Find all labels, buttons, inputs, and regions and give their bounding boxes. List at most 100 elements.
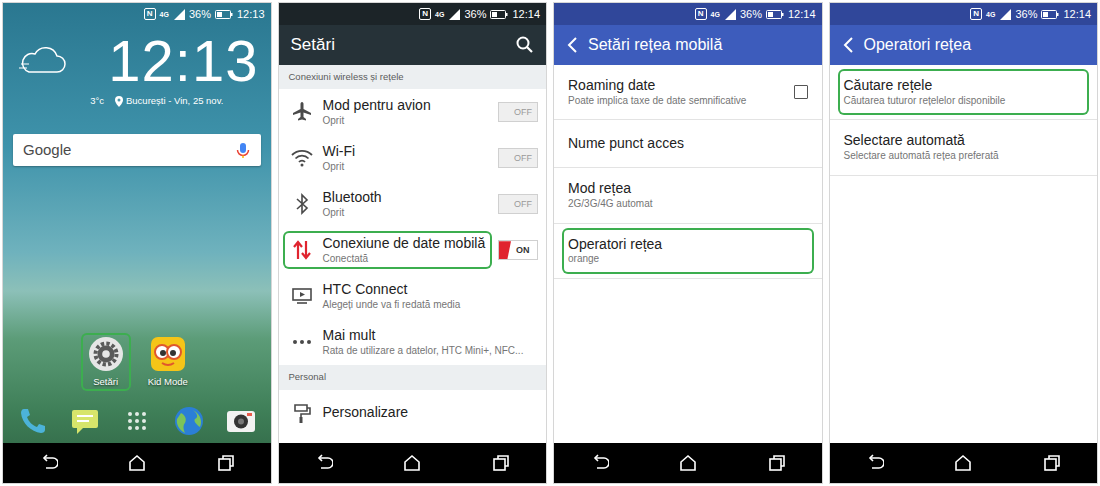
back-button-icon[interactable]	[864, 453, 884, 473]
settings-row[interactable]: Mai multRata de utilizare a datelor, HTC…	[279, 319, 547, 365]
settings-row[interactable]: Nume punct acces	[554, 120, 822, 168]
row-content[interactable]: Nume punct acces	[562, 127, 814, 160]
settings-row[interactable]: Roaming datePoate implica taxe de date s…	[554, 65, 822, 120]
settings-row[interactable]: Operatori rețeaorange	[554, 224, 822, 279]
toggle-label[interactable]: OFF	[514, 152, 532, 166]
home-button-icon[interactable]	[127, 453, 147, 473]
settings-gear-icon[interactable]	[88, 336, 124, 372]
back-button-icon[interactable]	[589, 453, 609, 473]
row-content[interactable]: Mai multRata de utilizare a datelor, HTC…	[283, 323, 539, 361]
row-title[interactable]: Nume punct acces	[568, 135, 808, 152]
settings-row[interactable]: Selectare automatăSelectare automată reț…	[830, 120, 1098, 175]
app-label[interactable]: Kid Mode	[148, 375, 188, 389]
app-label[interactable]: Setări	[93, 375, 118, 389]
microphone-icon[interactable]	[235, 142, 251, 159]
signal-icon	[724, 9, 736, 20]
row-content[interactable]: Mod rețea2G/3G/4G automat	[562, 172, 814, 218]
back-button-icon[interactable]	[313, 453, 333, 473]
status-bar: N4G36%12:14	[279, 3, 547, 25]
browser-globe-icon[interactable]	[173, 405, 205, 437]
navigation-bar	[3, 443, 271, 483]
toggle-switch[interactable]: ON	[498, 240, 538, 260]
settings-row[interactable]: Căutare rețeleCăutarea tuturor rețelelor…	[830, 65, 1098, 120]
search-label[interactable]: Google	[23, 139, 71, 162]
back-button-icon[interactable]	[38, 453, 58, 473]
toggle-label[interactable]: OFF	[514, 198, 532, 212]
toggle-switch[interactable]: OFF	[498, 194, 538, 214]
toggle-switch[interactable]: OFF	[498, 148, 538, 168]
settings-row[interactable]: Mod rețea2G/3G/4G automat	[554, 168, 822, 223]
row-subtitle: Poate implica taxe de date semnificative	[568, 95, 782, 108]
row-subtitle: Selectare automată rețea preferată	[844, 150, 1084, 163]
toggle-label[interactable]: OFF	[514, 106, 532, 120]
row-content[interactable]: HTC ConnectAlegeți unde va fi redată med…	[283, 277, 539, 315]
row-title[interactable]: Căutare rețele	[844, 77, 1084, 94]
camera-icon[interactable]	[225, 405, 257, 437]
app-header: Setări rețea mobilă	[554, 25, 822, 65]
battery-level: 36%	[1015, 9, 1037, 20]
row-title[interactable]: Mod pentru avion	[323, 97, 489, 114]
nfc-indicator: N	[419, 8, 431, 20]
app-header: Setări	[279, 25, 547, 65]
home-button-icon[interactable]	[953, 453, 973, 473]
settings-row[interactable]: Conexiune de date mobilăConectată ON	[279, 227, 547, 273]
home-button-icon[interactable]	[402, 453, 422, 473]
row-title[interactable]: Operatori rețea	[568, 236, 808, 253]
phone-icon[interactable]	[17, 405, 49, 437]
settings-row[interactable]: Mod pentru avionOprit OFF	[279, 89, 547, 135]
kid-mode-icon[interactable]	[150, 336, 186, 372]
row-title[interactable]: Selectare automată	[844, 132, 1084, 149]
navigation-bar	[279, 443, 547, 483]
app-drawer-icon[interactable]	[121, 405, 153, 437]
settings-screen: Setări rețea mobilăRoaming datePoate imp…	[554, 25, 822, 443]
row-title[interactable]: Mod rețea	[568, 180, 808, 197]
row-title[interactable]: Roaming date	[568, 77, 782, 94]
toggle-switch[interactable]: OFF	[498, 102, 538, 122]
messages-icon[interactable]	[69, 405, 101, 437]
recent-apps-icon[interactable]	[1042, 453, 1062, 473]
row-title[interactable]: Wi-Fi	[323, 143, 489, 160]
row-content[interactable]: Personalizare	[283, 398, 539, 428]
row-content[interactable]: Operatori rețeaorange	[562, 228, 814, 274]
row-title[interactable]: HTC Connect	[323, 281, 535, 298]
row-content[interactable]: Roaming datePoate implica taxe de date s…	[562, 69, 788, 115]
settings-row[interactable]: Personalizare	[279, 390, 547, 436]
cloud-icon	[17, 46, 67, 76]
phone-screen: N4G36%12:14Operatori rețeaCăutare rețele…	[829, 2, 1099, 484]
settings-row[interactable]: Wi-FiOprit OFF	[279, 135, 547, 181]
row-content[interactable]: Selectare automatăSelectare automată reț…	[838, 124, 1090, 170]
settings-row[interactable]: HTC ConnectAlegeți unde va fi redată med…	[279, 273, 547, 319]
back-arrow-icon[interactable]	[566, 36, 578, 54]
row-title[interactable]: Personalizare	[323, 404, 535, 421]
row-content[interactable]: Mod pentru avionOprit	[283, 93, 493, 131]
nfc-indicator: N	[695, 8, 707, 20]
section-header: Conexiuni wireless și rețele	[279, 65, 547, 89]
recent-apps-icon[interactable]	[216, 453, 236, 473]
weather-line: 3°cBucurești - Vin, 25 nov.	[3, 94, 271, 108]
row-content[interactable]: Wi-FiOprit	[283, 139, 493, 177]
home-button-icon[interactable]	[678, 453, 698, 473]
row-content[interactable]: Conexiune de date mobilăConectată	[283, 231, 493, 269]
settings-row[interactable]: BluetoothOprit OFF	[279, 181, 547, 227]
status-bar: N4G36%12:14	[554, 3, 822, 25]
back-arrow-icon[interactable]	[842, 36, 854, 54]
row-title[interactable]: Bluetooth	[323, 189, 489, 206]
recent-apps-icon[interactable]	[767, 453, 787, 473]
google-search-bar[interactable]: Google	[13, 134, 261, 166]
checkbox[interactable]	[794, 85, 808, 99]
toggle-label[interactable]: ON	[516, 244, 530, 258]
screen-title: Setări	[291, 32, 507, 58]
status-time: 12:13	[237, 9, 265, 20]
app-shortcut[interactable]: Setări	[81, 333, 131, 391]
signal-icon	[173, 9, 185, 20]
toggle-knob	[499, 241, 511, 259]
search-icon[interactable]	[516, 36, 534, 54]
app-shortcut[interactable]: Kid Mode	[143, 333, 193, 391]
recent-apps-icon[interactable]	[491, 453, 511, 473]
row-title[interactable]: Conexiune de date mobilă	[323, 235, 489, 252]
bluetooth-icon	[287, 193, 317, 215]
row-title[interactable]: Mai mult	[323, 327, 535, 344]
row-content[interactable]: Căutare rețeleCăutarea tuturor rețelelor…	[838, 69, 1090, 115]
row-content[interactable]: BluetoothOprit	[283, 185, 493, 223]
row-text: Mai multRata de utilizare a datelor, HTC…	[323, 327, 535, 357]
